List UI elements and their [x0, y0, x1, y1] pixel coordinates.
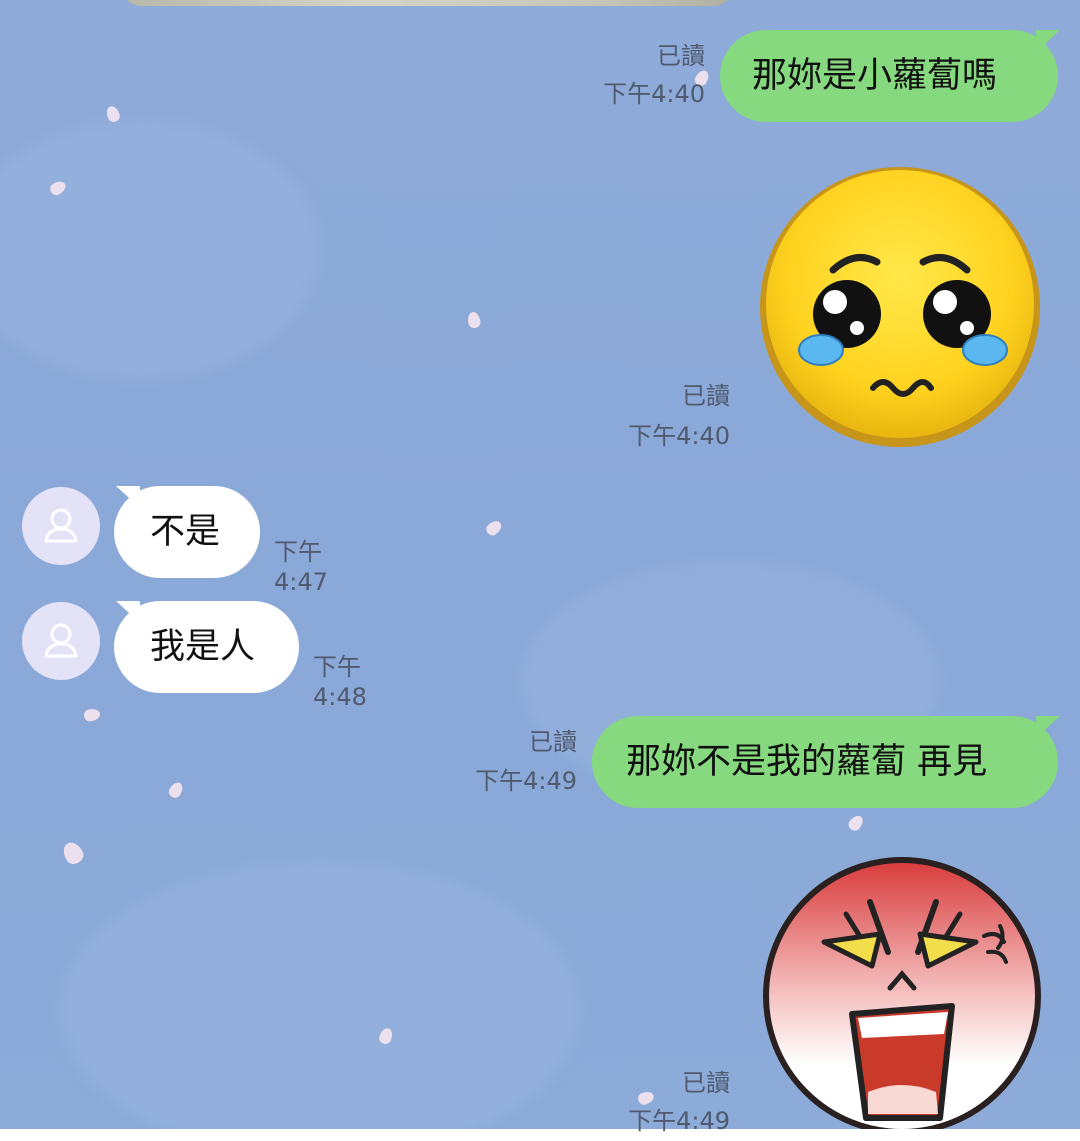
message-bubble-outgoing[interactable]: 那妳是小蘿蔔嗎: [720, 30, 1058, 122]
cloud-decoration: [60, 860, 580, 1129]
read-receipt: 已讀: [682, 1069, 730, 1097]
read-receipt: 已讀: [682, 382, 730, 410]
petal-decoration: [484, 518, 504, 538]
petal-decoration: [846, 813, 866, 833]
message-time: 下午4:40: [603, 80, 705, 108]
previous-image-message[interactable]: [120, 0, 735, 6]
read-receipt: 已讀: [657, 42, 705, 70]
message-time: 下午4:48: [313, 653, 367, 711]
default-user-avatar-icon[interactable]: [22, 602, 100, 680]
pleading-crying-face-icon[interactable]: [755, 162, 1045, 452]
message-time: 下午4:47: [274, 538, 328, 596]
bubble-tail: [1036, 30, 1060, 52]
default-user-avatar-icon[interactable]: [22, 487, 100, 565]
message-bubble-incoming[interactable]: 不是: [114, 486, 260, 578]
message-time: 下午4:49: [475, 767, 577, 795]
message-bubble-incoming[interactable]: 我是人: [114, 601, 299, 693]
message-time: 下午4:49: [628, 1107, 730, 1135]
message-time: 下午4:40: [628, 422, 730, 450]
message-bubble-outgoing[interactable]: 那妳不是我的蘿蔔 再見: [592, 716, 1058, 808]
petal-decoration: [166, 780, 186, 800]
bubble-tail: [1036, 716, 1060, 738]
angry-shouting-face-icon[interactable]: [762, 856, 1042, 1129]
petal-decoration: [59, 838, 87, 868]
petal-decoration: [466, 311, 482, 329]
petal-decoration: [83, 707, 101, 723]
read-receipt: 已讀: [529, 728, 577, 756]
cloud-decoration: [0, 120, 320, 380]
